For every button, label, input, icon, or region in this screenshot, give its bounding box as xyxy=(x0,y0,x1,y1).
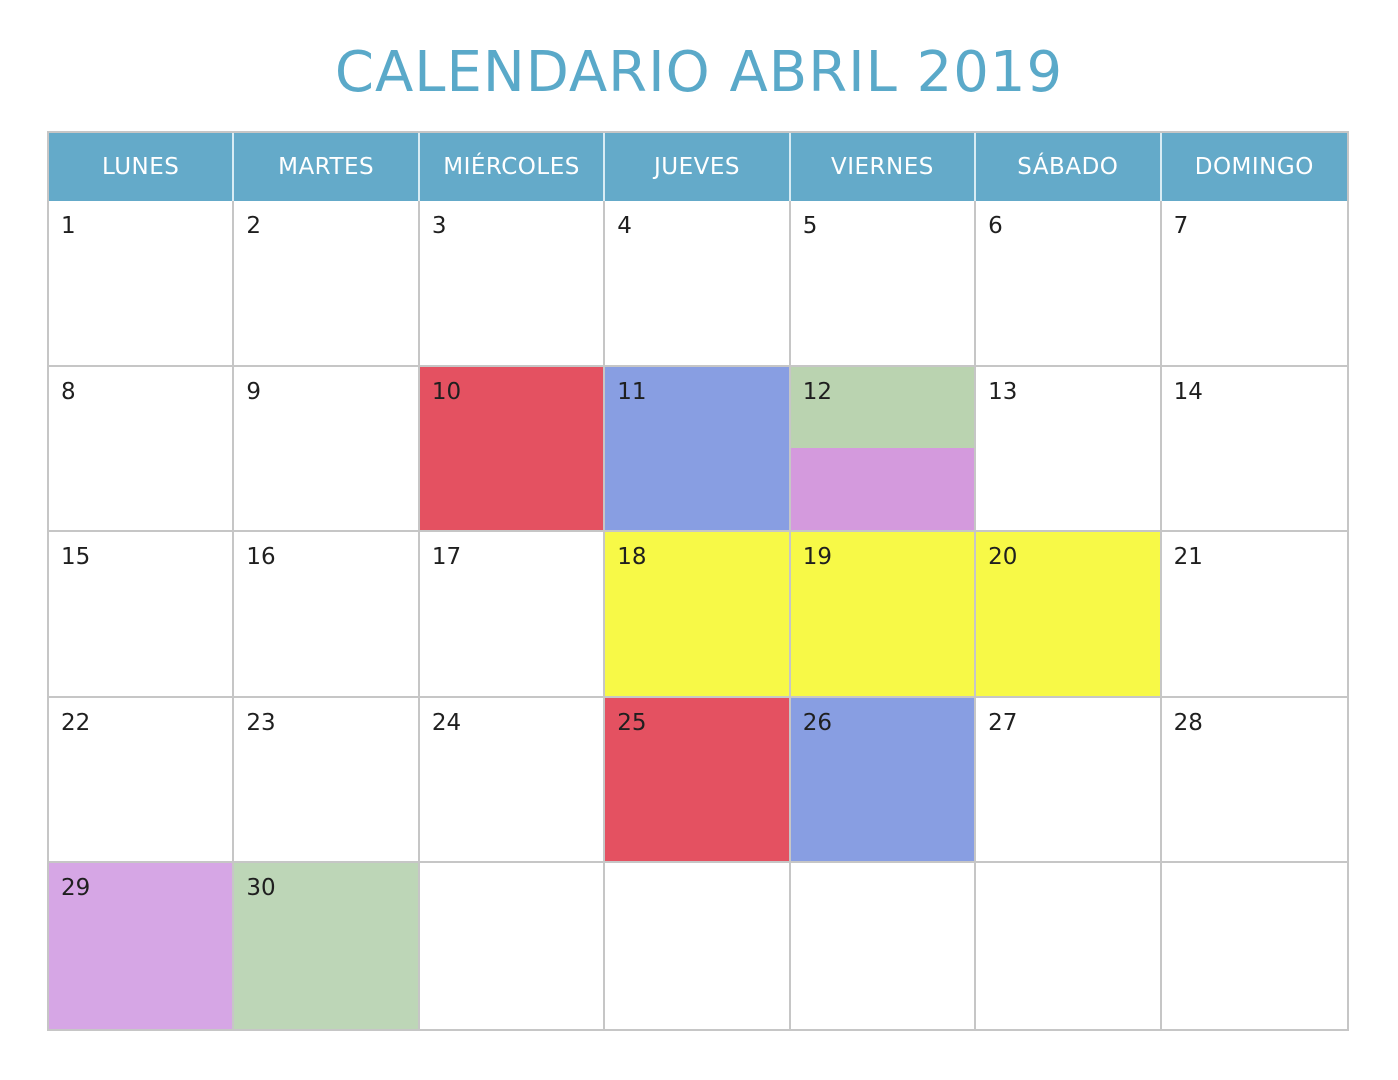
day-number: 18 xyxy=(617,544,647,571)
day-cell-26[interactable]: 26 xyxy=(790,697,977,864)
day-number: 30 xyxy=(246,875,276,902)
day-number: 13 xyxy=(988,378,1018,405)
weekday-header-sabado: SÁBADO xyxy=(976,133,1162,201)
day-number: 5 xyxy=(802,213,818,239)
day-cell-16[interactable]: 16 xyxy=(234,532,420,698)
day-number: 14 xyxy=(1173,378,1203,405)
day-number: 6 xyxy=(988,213,1003,239)
weekday-header-row: LUNES MARTES MIÉRCOLES JUEVES VIERNES SÁ… xyxy=(49,133,1347,201)
day-number: 1 xyxy=(61,213,76,239)
day-number: 11 xyxy=(617,378,647,405)
weekday-header-viernes: VIERNES xyxy=(791,133,977,201)
day-highlight-bottom xyxy=(790,448,975,531)
day-cell-5[interactable]: 5 xyxy=(790,201,977,367)
day-cell-empty[interactable] xyxy=(976,863,1162,1029)
day-cell-22[interactable]: 22 xyxy=(49,697,235,864)
day-number: 24 xyxy=(431,709,462,736)
day-number: 25 xyxy=(617,709,647,736)
day-cell-20[interactable]: 20 xyxy=(976,532,1162,698)
day-cell-14[interactable]: 14 xyxy=(1161,366,1347,533)
day-cell-empty[interactable] xyxy=(790,863,977,1029)
weekday-header-jueves: JUEVES xyxy=(605,133,791,201)
day-cell-1[interactable]: 1 xyxy=(49,201,235,367)
day-number: 26 xyxy=(802,709,832,736)
day-cell-empty[interactable] xyxy=(1161,863,1347,1029)
day-cell-18[interactable]: 18 xyxy=(605,532,791,698)
day-number: 4 xyxy=(617,213,632,239)
weekday-header-martes: MARTES xyxy=(234,133,420,201)
day-cell-21[interactable]: 21 xyxy=(1161,532,1347,698)
day-cell-6[interactable]: 6 xyxy=(976,201,1162,367)
day-number: 8 xyxy=(61,378,76,405)
day-number: 19 xyxy=(802,544,832,571)
day-cell-15[interactable]: 15 xyxy=(49,532,235,698)
weekday-header-lunes: LUNES xyxy=(49,133,235,201)
day-number: 29 xyxy=(61,875,91,902)
day-cell-28[interactable]: 28 xyxy=(1161,697,1347,864)
calendar-title: CALENDARIO ABRIL 2019 xyxy=(334,40,1064,105)
day-number: 10 xyxy=(431,378,462,405)
day-cell-7[interactable]: 7 xyxy=(1161,201,1347,367)
day-number: 17 xyxy=(431,544,462,571)
day-number: 15 xyxy=(61,544,91,571)
day-number: 3 xyxy=(431,213,447,239)
day-cell-2[interactable]: 2 xyxy=(234,201,420,367)
day-number: 16 xyxy=(246,544,276,571)
day-number: 12 xyxy=(802,378,832,405)
day-cell-27[interactable]: 27 xyxy=(976,697,1162,864)
day-cell-24[interactable]: 24 xyxy=(419,697,606,864)
day-number: 2 xyxy=(246,213,262,239)
weekday-header-miercoles: MIÉRCOLES xyxy=(420,133,606,201)
day-cell-empty[interactable] xyxy=(419,863,606,1029)
day-number: 21 xyxy=(1173,544,1203,571)
day-cell-19[interactable]: 19 xyxy=(790,532,977,698)
day-cell-29[interactable]: 29 xyxy=(49,863,235,1029)
day-cell-9[interactable]: 9 xyxy=(234,366,420,533)
day-cell-25[interactable]: 25 xyxy=(605,697,791,864)
day-cell-17[interactable]: 17 xyxy=(419,532,606,698)
day-cell-13[interactable]: 13 xyxy=(976,366,1162,533)
calendar-table: LUNES MARTES MIÉRCOLES JUEVES VIERNES SÁ… xyxy=(47,131,1349,1031)
weekday-header-domingo: DOMINGO xyxy=(1194,154,1314,180)
day-number: 28 xyxy=(1173,709,1203,736)
day-cell-30[interactable]: 30 xyxy=(234,863,420,1029)
day-cell-23[interactable]: 23 xyxy=(234,697,420,864)
day-number: 9 xyxy=(246,378,262,405)
calendar-days-grid: 1 2 3 4 5 6 7 8 9 10 11 12 13 14 15 16 17 18 19 20 21 22 23 24 2… xyxy=(49,201,1347,1029)
day-cell-8[interactable]: 8 xyxy=(49,366,235,533)
day-cell-3[interactable]: 3 xyxy=(419,201,606,367)
day-cell-empty[interactable] xyxy=(605,863,791,1029)
day-number: 27 xyxy=(988,709,1018,736)
day-number: 7 xyxy=(1173,213,1189,239)
day-number: 20 xyxy=(988,544,1018,571)
day-cell-12[interactable]: 12 xyxy=(790,366,977,533)
day-cell-4[interactable]: 4 xyxy=(605,201,791,367)
day-number: 22 xyxy=(61,709,91,736)
day-number: 23 xyxy=(246,709,276,736)
day-cell-11[interactable]: 11 xyxy=(605,366,791,533)
day-cell-10[interactable]: 10 xyxy=(419,366,606,533)
